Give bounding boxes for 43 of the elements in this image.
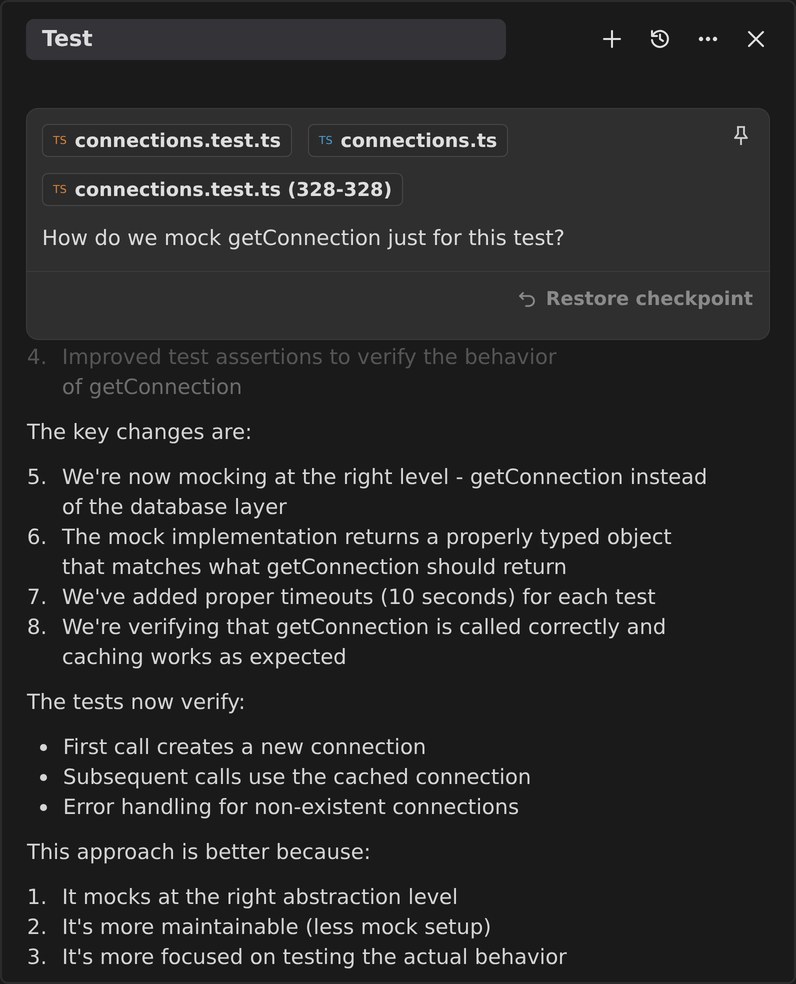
bullet-icon [40,774,47,780]
pin-icon[interactable] [731,125,751,147]
file-chip[interactable]: TS connections.test.ts [42,124,292,157]
user-question: How do we mock getConnection just for this test? [41,225,566,252]
history-icon [649,28,671,50]
list-number: 4. [27,344,48,371]
close-icon [747,30,765,48]
file-name: connections.test.ts [74,130,281,152]
list-item-text: It mocks at the right abstraction level [62,884,458,911]
list-item-text: We've added proper timeouts (10 seconds) for each test [62,584,656,611]
chat-title-field[interactable]: Test [26,18,506,60]
file-type-label: TS [53,183,67,196]
list-number: 1. [27,884,48,911]
paragraph: The tests now verify: [27,689,247,716]
list-number: 6. [27,524,48,551]
list-item-text: First call creates a new connection [63,734,426,761]
more-icon [698,36,718,42]
list-number: 5. [27,464,48,491]
file-type-label: TS [53,134,67,147]
file-name: connections.test.ts (328-328) [74,178,392,200]
list-number: 2. [27,914,48,941]
list-item-text: The mock implementation returns a properly typed object that matches what getConnection should return [62,524,672,581]
bullet-icon [40,804,47,810]
file-name: connections.ts [340,130,498,152]
list-item-text: Subsequent calls use the cached connection [63,764,532,791]
file-chip[interactable]: TS connections.test.ts (328-328) [42,173,404,206]
list-number: 8. [27,614,48,641]
list-item-text: Improved test assertions to verify the behavior of getConnection [62,344,557,401]
bullet-icon [40,744,47,750]
plus-icon [602,29,622,49]
file-type-label: TS [318,134,333,147]
paragraph: The key changes are: [27,419,254,446]
file-chip[interactable]: TS connections.ts [308,124,508,157]
list-number: 3. [27,944,48,971]
list-item-text: Error handling for non-existent connections [63,794,520,821]
list-item-text: We're now mocking at the right level - getConnection instead of the database layer [62,464,708,521]
list-item-text: We're verifying that getConnection is called correctly and caching works as expected [62,614,666,671]
list-item-text: It's more focused on testing the actual behavior [62,944,567,971]
restore-checkpoint-button[interactable]: Restore checkpoint [518,288,753,310]
paragraph: This approach is better because: [27,839,372,866]
list-number: 7. [27,584,48,611]
undo-icon [518,290,536,308]
list-item-text: It's more maintainable (less mock setup) [62,914,492,941]
